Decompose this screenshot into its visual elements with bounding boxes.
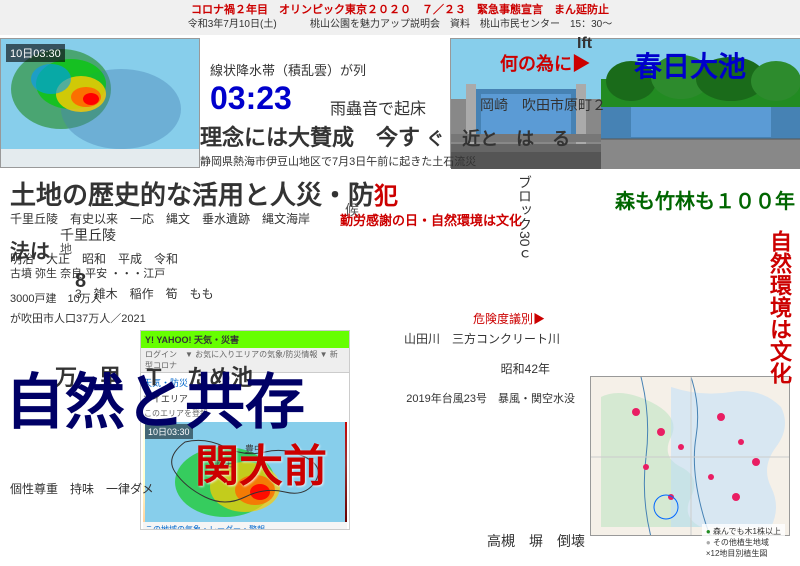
tochi-rekishi-text: 土地の歴史的な活用と人災・防犯 [10,175,398,212]
ticker-line2: 令和3年7月10日(土) 桃山公園を魅力アップ説明会 資料 桃山市民センター 1… [8,18,792,32]
main-page: コロナ禍２年目 オリンピック東京２０２０ ７／２３ 緊急事態宣言 まん延防止 令… [0,0,800,566]
event-text: 桃山公園を魅力アップ説明会 資料 桃山市民センター 15：30～ [310,19,612,30]
wake-text: 雨蟲音で起床 [330,95,426,119]
top-ticker-bar: コロナ禍２年目 オリンピック東京２０２０ ７／２３ 緊急事態宣言 まん延防止 令… [0,0,800,35]
bohan-text: 犯 [374,183,398,210]
radar-map-image: 10日03:30 [1,39,199,167]
yahoo-title: YAHOO! 天気・災害 [156,335,239,345]
regional-map-bottomright [590,376,790,536]
kissenjo-text: 線状降水帯（積乱雲）が列 [210,60,366,79]
regional-map-image [591,377,789,535]
mori100nen-text: 森も竹林も１００年 [615,185,795,214]
kiken-text: 危険度議別▶ [473,310,545,327]
location-text: 岡崎 吹田市原町２ [480,95,606,115]
radar-map-topleft: 10日03:30 [0,38,200,168]
legend-item-3: ×12地目別植生図 [706,548,781,559]
population-text: が吹田市人口37万人／2021 [10,310,146,326]
time-0323: 03:23 [210,80,292,117]
kosei-text: 個性尊重 持味 一律ダメ [10,480,154,497]
legend-item-2: ● その他植生地域 [706,537,781,548]
yahoo-header: Y! YAHOO! 天気・災害 [141,331,349,348]
taifu23-text: 2019年台風23号 暴風・関空水没 [406,390,575,406]
yahoo-logo: Y! [145,335,154,345]
regional-svg [591,377,790,536]
date-text: 令和3年7月10日(土) [188,19,277,30]
kinrokansha-text: 勤労感謝の日・自然環境は文化 [340,210,522,229]
map-legend: ● 森んでも木1株以上 ● その他植生地域 ×12地目別植生図 [702,524,785,561]
ticker-line1: コロナ禍２年目 オリンピック東京２０２０ ７／２３ 緊急事態宣言 まん延防止 [8,3,792,18]
yamadagawa-text: 山田川 三方コンクリート川 [404,330,560,347]
takatsuki-text: 高槻 塀 倒壊 [487,531,585,551]
map-timestamp: 10日03:30 [6,44,65,62]
senri-text1: 千里丘陵 有史以来 一応 縄文 垂水遺跡 縄文海岸 [10,210,310,227]
yahoo-bottom-link: この地域の気象・レーダー・警報 [143,522,347,530]
kanda-mae-text: 関大前 [195,430,327,494]
legend-item-1: ● 森んでも木1株以上 [706,526,781,537]
shizen-kyozon-text: 自然と共存 [5,370,305,436]
kofun-text: 古墳 弥生 奈良 平安 ・・・江戸 [10,265,165,281]
house-text: 3000戸建 10万人 [10,290,102,306]
rinen-text: 理念には大賛成 今す ぐ 近と は る [200,120,570,152]
nanotameni-text: 何の為に▶ [500,50,590,76]
ift-text: Ift [577,35,592,53]
kasuga-ike-text: 春日大池 [590,45,790,85]
shizen-bunka-text: 自然環境は文化 [763,230,795,384]
showa42-text: 昭和42年 [501,360,550,377]
shizuoka-text: 静岡県熱海市伊豆山地区で7月3日午前に起きた土石流災 [200,153,476,169]
